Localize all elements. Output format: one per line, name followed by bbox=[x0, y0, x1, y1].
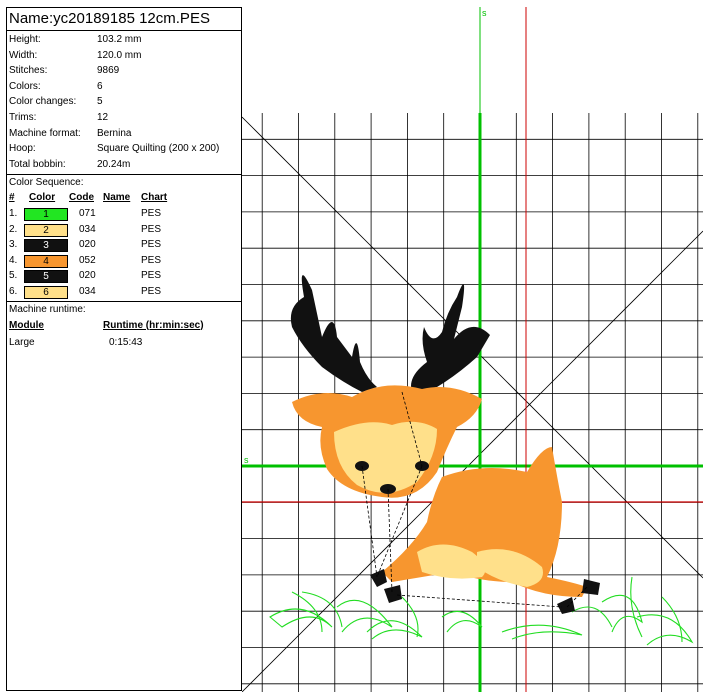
property-row: Machine format: Bernina bbox=[7, 126, 241, 142]
property-row: Width: 120.0 mm bbox=[7, 48, 241, 64]
runtime-title: Machine runtime: bbox=[9, 303, 86, 315]
color-code: 034 bbox=[79, 285, 96, 297]
property-label: Height: bbox=[9, 34, 41, 45]
color-swatch: 1 bbox=[24, 207, 68, 221]
start-marker-left: s bbox=[244, 455, 249, 465]
color-sequence-title: Color Sequence: bbox=[9, 177, 84, 189]
header-chart: Chart bbox=[141, 192, 168, 204]
property-label: Colors: bbox=[9, 80, 41, 92]
property-label: Trims: bbox=[9, 111, 37, 123]
property-row: Height: 103.2 mm bbox=[7, 32, 241, 48]
color-swatch: 6 bbox=[24, 285, 68, 299]
color-index: 4. bbox=[9, 254, 18, 266]
color-index: 2. bbox=[9, 223, 18, 235]
module-value: Large bbox=[9, 336, 35, 348]
runtime-header-label: Runtime (hr:min:sec) bbox=[103, 319, 204, 331]
header-num: # bbox=[9, 192, 15, 204]
color-row: 4. 4 052 PES bbox=[7, 253, 241, 269]
color-index: 6. bbox=[9, 285, 18, 297]
color-chart: PES bbox=[141, 270, 162, 282]
file-name: Name:yc20189185 12cm.PES bbox=[7, 8, 241, 31]
design-preview-canvas[interactable]: s s bbox=[242, 7, 703, 692]
color-row: 6. 6 034 PES bbox=[7, 284, 241, 300]
header-color: Color bbox=[29, 192, 56, 204]
property-row: Colors: 6 bbox=[7, 79, 241, 95]
property-label: Width: bbox=[9, 49, 38, 61]
design-info-panel: Name:yc20189185 12cm.PES Height: 103.2 mm… bbox=[6, 7, 242, 691]
property-label: Stitches: bbox=[9, 65, 48, 77]
runtime-value: 0:15:43 bbox=[109, 336, 143, 348]
color-code: 034 bbox=[79, 223, 96, 235]
color-chart: PES bbox=[141, 254, 162, 266]
properties-list: Height: 103.2 mm Width: 120.0 mm Stitches: 98… bbox=[7, 31, 241, 176]
color-row: 5. 5 020 PES bbox=[7, 268, 241, 284]
color-code: 052 bbox=[79, 254, 96, 266]
property-row: Hoop: Square Quilting (200 x 200) bbox=[7, 141, 241, 157]
property-value: 20.24m bbox=[97, 158, 131, 170]
property-label: Hoop: bbox=[9, 143, 36, 155]
color-row: 1. 1 071 PES bbox=[7, 206, 241, 222]
property-value: 120.0 mm bbox=[97, 49, 142, 61]
header-name: Name bbox=[103, 192, 131, 204]
color-swatch: 2 bbox=[24, 223, 68, 237]
property-value: 9869 bbox=[97, 65, 120, 77]
property-value: 12 bbox=[97, 111, 109, 123]
property-label: Color changes: bbox=[9, 96, 77, 108]
runtime-row: Large 0:15:43 bbox=[7, 334, 241, 351]
module-header: Module bbox=[9, 319, 44, 331]
header-code: Code bbox=[69, 192, 94, 204]
color-code: 020 bbox=[79, 239, 96, 251]
color-chart: PES bbox=[141, 207, 162, 219]
color-swatch: 4 bbox=[24, 254, 68, 268]
color-swatch: 5 bbox=[24, 270, 68, 284]
color-index: 1. bbox=[9, 207, 18, 219]
color-chart: PES bbox=[141, 223, 162, 235]
color-index: 3. bbox=[9, 239, 18, 251]
color-row: 2. 2 034 PES bbox=[7, 222, 241, 238]
color-rows: 1. 1 071 PES 2. 2 034 PES 3. 3 020 PES 4. 4 052 PES 5. 5 0… bbox=[7, 206, 241, 300]
color-code: 071 bbox=[79, 207, 96, 219]
color-sequence: Color Sequence: # Color Code Name Chart … bbox=[7, 175, 241, 302]
property-row: Color changes: 5 bbox=[7, 94, 241, 110]
property-value: Bernina bbox=[97, 127, 132, 139]
color-code: 020 bbox=[79, 270, 96, 282]
property-value: 5 bbox=[97, 96, 103, 108]
property-value: 103.2 mm bbox=[97, 34, 142, 45]
deer-embroidery bbox=[290, 275, 600, 614]
property-value: 6 bbox=[97, 80, 103, 92]
runtime-header: Module Runtime (hr:min:sec) bbox=[7, 317, 241, 334]
color-index: 5. bbox=[9, 270, 18, 282]
property-label: Machine format: bbox=[9, 127, 81, 139]
property-row: Total bobbin: 20.24m bbox=[7, 157, 241, 173]
machine-runtime: Machine runtime: Module Runtime (hr:min:… bbox=[7, 302, 241, 351]
property-row: Stitches: 9869 bbox=[7, 63, 241, 79]
property-label: Total bobbin: bbox=[9, 158, 66, 170]
color-chart: PES bbox=[141, 285, 162, 297]
start-marker-top: s bbox=[482, 8, 487, 18]
property-row: Trims: 12 bbox=[7, 110, 241, 126]
color-swatch: 3 bbox=[24, 239, 68, 253]
color-sequence-header: # Color Code Name Chart bbox=[7, 190, 241, 206]
color-row: 3. 3 020 PES bbox=[7, 237, 241, 253]
color-chart: PES bbox=[141, 239, 162, 251]
property-value: Square Quilting (200 x 200) bbox=[97, 143, 220, 155]
